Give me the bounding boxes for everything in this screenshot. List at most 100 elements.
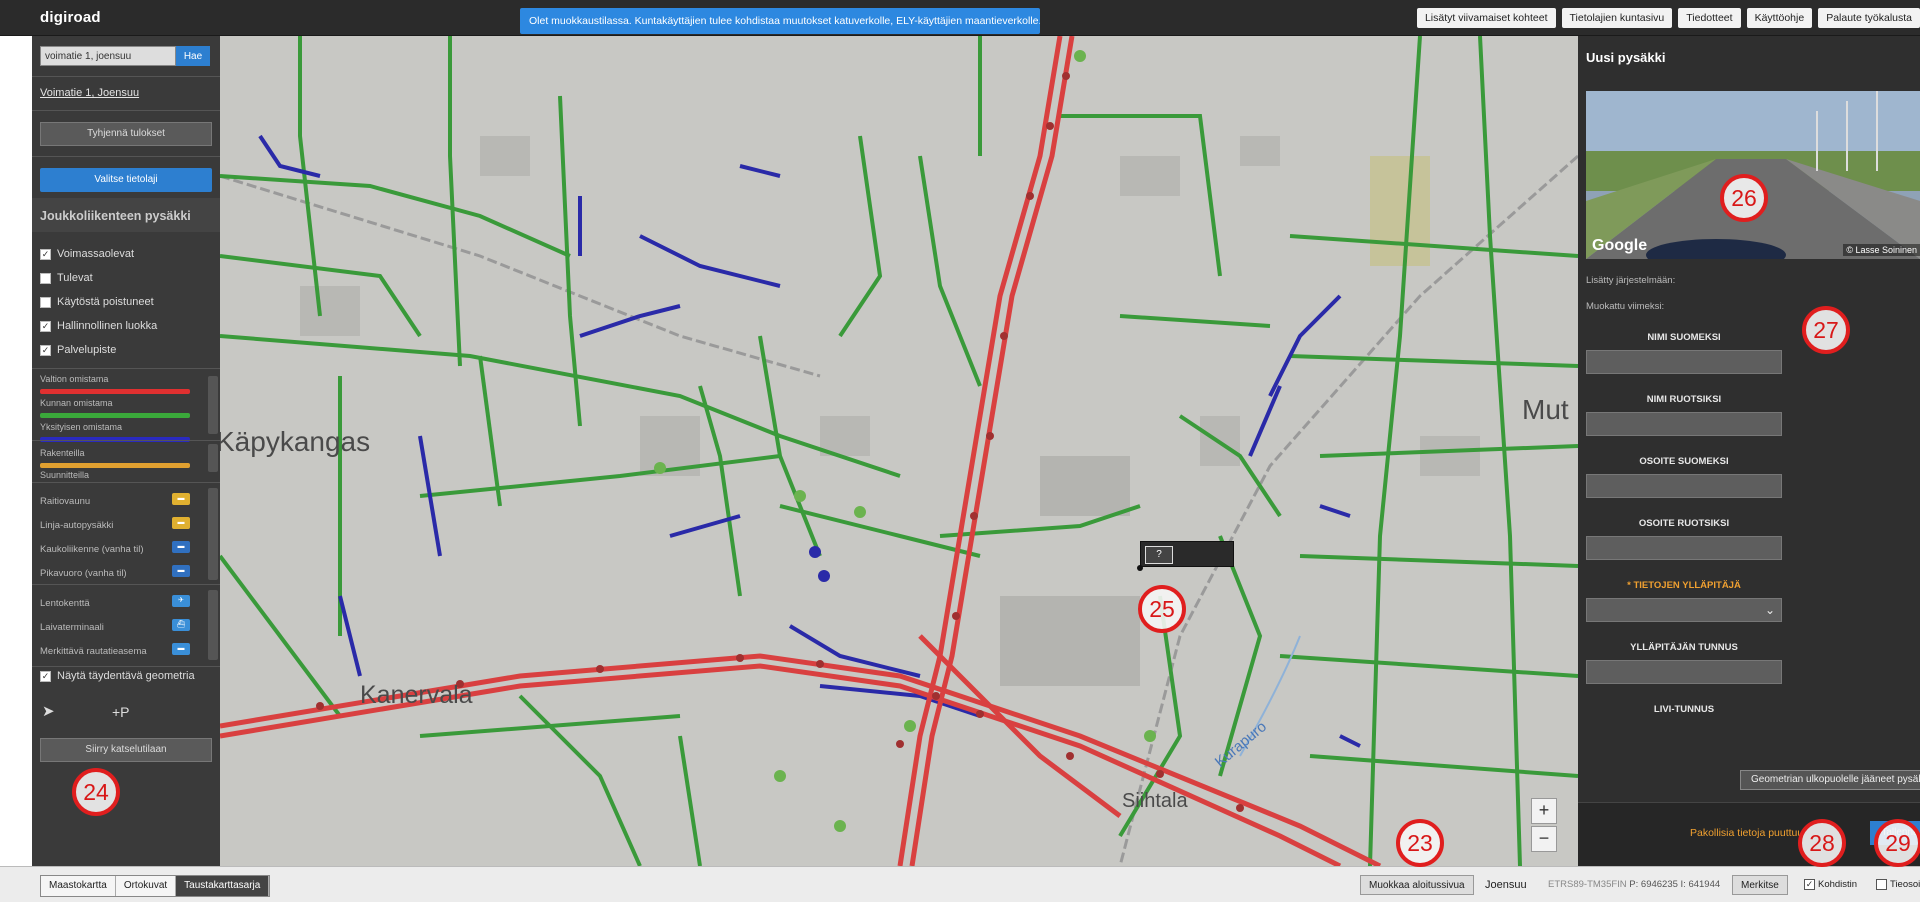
checkbox-unchecked-icon[interactable]: [40, 296, 51, 308]
stop-type-label: Kaukoliikenne (vanha til): [40, 544, 144, 555]
filter-label: Voimassaolevat: [57, 248, 135, 260]
callout-25: 25: [1138, 585, 1186, 633]
filter-label: Käytöstä poistuneet: [57, 296, 154, 308]
select-cursor-icon[interactable]: ➤: [42, 702, 62, 722]
name-sv-input[interactable]: [1586, 412, 1782, 436]
add-stop-tool[interactable]: +P: [112, 704, 130, 720]
terminal-ship: Laivaterminaali ⛴: [40, 619, 190, 633]
map-canvas[interactable]: Käpykangas Kanervala Siihtala Mut Kurapu…: [220, 36, 1578, 866]
chevron-down-icon: ⌄: [1764, 603, 1775, 617]
divider: [32, 440, 220, 441]
stop-location-pin[interactable]: [1137, 565, 1143, 571]
express-icon: ▬: [172, 565, 190, 577]
road-address-label: Tieosoitteet: [1890, 879, 1920, 890]
digiroad-logo[interactable]: digiroad: [40, 9, 101, 26]
left-sidebar: Hae Voimatie 1, Joensuu Tyhjennä tulokse…: [32, 36, 220, 866]
checkbox-checked-icon[interactable]: ✓: [40, 248, 51, 260]
legend-private-owned: Yksityisen omistama: [40, 422, 190, 442]
field-label-maintainer-id: YLLÄPITÄJÄN TUNNUS: [1630, 642, 1738, 653]
checkbox-unchecked-icon[interactable]: [40, 272, 51, 284]
zoom-in-button[interactable]: +: [1531, 798, 1557, 824]
filter-expired[interactable]: Käytöstä poistuneet: [40, 296, 154, 308]
top-link-feedback[interactable]: Palaute työkalusta: [1818, 8, 1920, 28]
tram-icon: ▬: [172, 493, 190, 505]
crosshair-toggle[interactable]: ✓ Kohdistin: [1804, 879, 1857, 890]
divider: [32, 110, 220, 111]
last-modified-label: Muokattu viimeksi:: [1586, 301, 1665, 312]
municipality-name: Joensuu: [1485, 879, 1527, 891]
terminal-airport: Lentokenttä ✈: [40, 595, 190, 609]
name-fi-input[interactable]: [1586, 350, 1782, 374]
road-address-toggle[interactable]: Tieosoitteet: [1876, 879, 1920, 890]
clear-results-button[interactable]: Tyhjennä tulokset: [40, 122, 212, 146]
place-label-siihtala: Siihtala: [1122, 790, 1188, 812]
filter-label: Palvelupiste: [57, 344, 117, 356]
legend-under-construction: Rakenteilla: [40, 448, 190, 468]
callout-24: 24: [72, 768, 120, 816]
callout-28: 28: [1798, 819, 1846, 867]
top-bar: digiroad Olet muokkaustilassa. Kuntakäyt…: [0, 0, 1920, 36]
maintainer-select[interactable]: ⌄: [1586, 598, 1782, 622]
filter-service-point[interactable]: ✓ Palvelupiste: [40, 344, 116, 356]
maintainer-id-input[interactable]: [1586, 660, 1782, 684]
top-link-added-linear-features[interactable]: Lisätyt viivamaiset kohteet: [1416, 8, 1556, 28]
filter-valid[interactable]: ✓ Voimassaolevat: [40, 248, 134, 260]
crosshair-label: Kohdistin: [1818, 879, 1858, 890]
divider: [32, 666, 220, 667]
bus-icon: ▬: [172, 517, 190, 529]
coordinate-system: ETRS89-TM35FIN: [1548, 879, 1627, 890]
address-sv-input[interactable]: [1586, 536, 1782, 560]
basemap-background-button[interactable]: Taustakarttasarja: [176, 876, 270, 896]
top-link-bulletins[interactable]: Tiedotteet: [1678, 8, 1741, 28]
terminal-scrollbar[interactable]: [208, 590, 218, 660]
top-link-user-guide[interactable]: Käyttöohje: [1746, 8, 1813, 28]
divider: [32, 482, 220, 483]
legend-swatch: [40, 463, 190, 468]
basemap-switcher: Maastokartta Ortokuvat Taustakarttasarja: [40, 875, 271, 897]
checkbox-checked-icon[interactable]: ✓: [1804, 879, 1815, 890]
select-layer-button[interactable]: Valitse tietolaji: [40, 168, 212, 192]
top-links: Lisätyt viivamaiset kohteet Tietolajien …: [1416, 8, 1920, 28]
filter-future[interactable]: Tulevat: [40, 272, 93, 284]
checkbox-unchecked-icon[interactable]: [1876, 879, 1887, 890]
checkbox-checked-icon[interactable]: ✓: [40, 344, 51, 356]
edit-start-view-button[interactable]: Muokkaa aloitussivua: [1360, 875, 1474, 895]
legend-swatch: [40, 389, 190, 394]
top-link-municipality-page[interactable]: Tietolajien kuntasivu: [1561, 8, 1673, 28]
filter-admin-class[interactable]: ✓ Hallinnollinen luokka: [40, 320, 157, 332]
switch-to-view-mode-button[interactable]: Siirry katselutilaan: [40, 738, 212, 762]
search-result-link[interactable]: Voimatie 1, Joensuu: [40, 87, 139, 99]
address-fi-input[interactable]: [1586, 474, 1782, 498]
stop-type-label: Pikavuoro (vanha til): [40, 568, 127, 579]
stop-type-scrollbar[interactable]: [208, 488, 218, 580]
zoom-out-button[interactable]: −: [1531, 826, 1557, 852]
filter-label: Hallinnollinen luokka: [57, 320, 158, 332]
airplane-icon: ✈: [172, 595, 190, 607]
checkbox-checked-icon[interactable]: ✓: [40, 320, 51, 332]
basemap-terrain-button[interactable]: Maastokartta: [41, 876, 116, 896]
divider: [32, 584, 220, 585]
new-stop-marker[interactable]: ?: [1140, 541, 1234, 567]
filter-label: Tulevat: [57, 272, 93, 284]
search-button[interactable]: Hae: [176, 46, 210, 66]
terminal-label: Lentokenttä: [40, 598, 90, 609]
basemap-ortho-button[interactable]: Ortokuvat: [115, 876, 177, 896]
google-logo: Google: [1592, 237, 1648, 254]
field-label-name-fi: NIMI SUOMEKSI: [1647, 332, 1721, 343]
terminal-label: Merkittävä rautatieasema: [40, 646, 147, 657]
search-input[interactable]: [40, 46, 176, 66]
legend-scrollbar[interactable]: [208, 376, 218, 434]
panel-title: Uusi pysäkki: [1586, 50, 1666, 65]
outside-geometry-stops-button[interactable]: Geometrian ulkopuolelle jääneet pysäkit: [1740, 770, 1920, 790]
stop-type-label: Raitiovaunu: [40, 496, 91, 507]
checkbox-checked-icon[interactable]: ✓: [40, 670, 51, 682]
field-label-livi-id: LIVI-TUNNUS: [1653, 704, 1715, 715]
mark-button[interactable]: Merkitse: [1732, 875, 1788, 895]
divider: [32, 368, 220, 369]
question-mark-icon: ?: [1145, 546, 1173, 564]
callout-29: 29: [1874, 819, 1920, 867]
place-label-kapykangas: Käpykangas: [220, 426, 371, 457]
supplementary-geometry-toggle[interactable]: ✓ Näytä täydentävä geometria: [40, 670, 195, 682]
app-window: digiroad Olet muokkaustilassa. Kuntakäyt…: [0, 0, 1920, 902]
status-scrollbar[interactable]: [208, 444, 218, 472]
